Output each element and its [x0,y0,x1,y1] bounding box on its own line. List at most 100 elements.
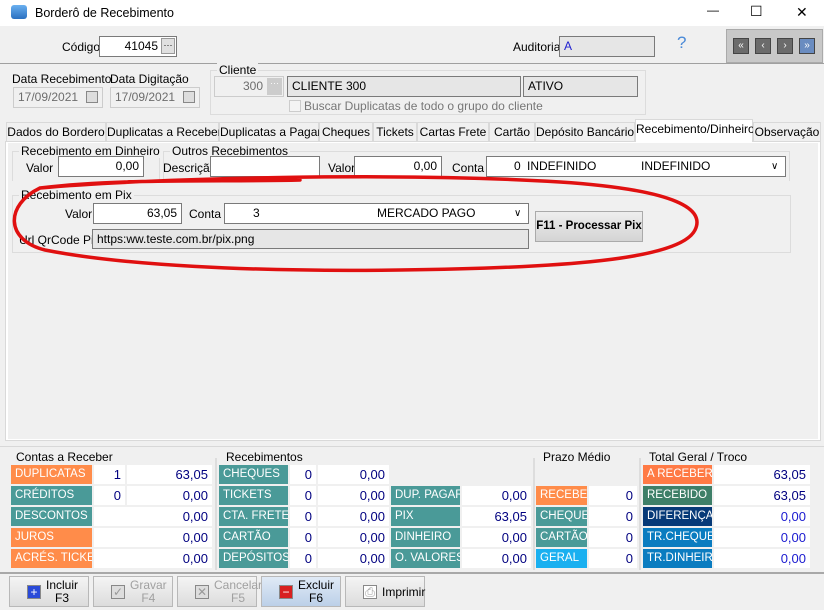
recebimentos-extra-label: DUP. PAGAR [391,486,460,505]
app-icon [11,5,27,19]
grupo-checkbox[interactable] [289,100,301,112]
recebimentos-value: 0,00 [318,486,389,505]
total-label: DIFERENÇA [643,507,712,526]
recebimentos-title: Recebimentos [226,450,303,464]
minimize-button[interactable]: — [707,3,719,17]
divider [533,458,535,570]
contas-label: DESCONTOS [11,507,92,526]
codigo-lookup-button[interactable]: ··· [161,38,175,54]
tab-cartao[interactable]: Cartão [489,122,535,142]
recebimentos-value: 0,00 [318,465,389,484]
total-value: 63,05 [714,486,810,505]
contas-value: 0,00 [94,507,212,526]
cliente-name: CLIENTE 300 [292,79,367,93]
prazo-value: 0 [589,549,637,568]
recebimentos-count: 0 [290,486,316,505]
cliente-code: 300 [242,79,263,93]
cliente-group-title: Cliente [217,63,259,77]
red-annotation-circle [12,175,699,273]
recebimentos-extra-label: PIX [391,507,460,526]
cliente-status-field: ATIVO [523,76,638,97]
gravar-button[interactable]: ✓ Gravar F4 [93,576,173,607]
first-record-button[interactable]: « [733,38,749,54]
prazo-title: Prazo Médio [543,450,611,464]
total-label: TR.DINHEIRO [643,549,712,568]
button-shortcut: F4 [141,591,156,605]
total-value: 0,00 [714,528,810,547]
tab-duplicatas-pagar[interactable]: Duplicatas a Pagar [219,122,321,142]
divider [215,458,217,570]
recebimentos-label: CHEQUES [219,465,288,484]
prazo-value: 0 [589,528,637,547]
recebimentos-value: 0,00 [318,507,389,526]
recebimentos-label: CARTÃO [219,528,288,547]
contas-value: 0,00 [94,528,212,547]
imprimir-button[interactable]: ⎙ Imprimir [345,576,425,607]
data-recebimento-value: 17/09/2021 [18,90,79,104]
button-label: Imprimir [382,585,426,599]
recebimentos-label: CTA. FRETE [219,507,288,526]
data-recebimento-label: Data Recebimento [12,72,112,86]
button-shortcut: F3 [55,591,70,605]
total-title: Total Geral / Troco [649,450,748,464]
auditoria-field: A [559,36,655,57]
window-title: Borderô de Recebimento [35,6,174,20]
contas-count: 0 [94,486,125,505]
tab-dados-bordero[interactable]: Dados do Bordero [6,122,106,142]
tab-observacao[interactable]: Observação [753,122,821,142]
recebimentos-count: 0 [290,507,316,526]
recebimentos-value: 0,00 [318,528,389,547]
contas-label: ACRÉS. TICKET [11,549,92,568]
prazo-label: CARTÃO [536,528,587,547]
codigo-value: 41045 [124,39,158,53]
recebimentos-extra-value: 0,00 [462,549,531,568]
calendar-icon[interactable] [86,91,98,103]
divider [0,63,824,64]
recebimentos-count: 0 [290,465,316,484]
calendar-icon[interactable] [183,91,195,103]
prazo-label: GERAL [536,549,587,568]
tab-duplicatas-receber[interactable]: Duplicatas a Receber [106,122,222,142]
total-label: TR.CHEQUE [643,528,712,547]
excluir-button[interactable]: − Excluir F6 [261,576,341,607]
auditoria-value: A [564,39,573,53]
tab-cheques[interactable]: Cheques [319,122,373,142]
recebimentos-label: TICKETS [219,486,288,505]
tab-recebimento-dinheiro[interactable]: Recebimento/Dinheiro [635,119,755,142]
check-icon: ✓ [111,585,125,599]
total-label: RECEBIDO [643,486,712,505]
printer-icon: ⎙ [363,585,377,599]
prev-record-button[interactable]: ‹ [755,38,771,54]
next-record-button[interactable]: › [777,38,793,54]
chevron-down-icon[interactable]: ∨ [771,157,778,176]
contas-value: 0,00 [127,486,212,505]
contas-title: Contas a Receber [16,450,113,464]
contas-label: DUPLICATAS [11,465,92,484]
recebimentos-count: 0 [290,549,316,568]
cliente-lookup-button[interactable]: ··· [267,78,282,95]
contas-label: CRÉDITOS [11,486,92,505]
divider [639,458,641,570]
tab-deposito-bancario[interactable]: Depósito Bancário [535,122,635,142]
maximize-button[interactable]: ☐ [750,3,763,20]
cliente-status: ATIVO [528,79,564,93]
incluir-button[interactable]: + Incluir F3 [9,576,89,607]
help-icon[interactable]: ? [677,33,686,53]
last-record-button[interactable]: » [799,38,815,54]
recebimentos-extra-value: 0,00 [462,486,531,505]
codigo-label: Código [62,40,101,54]
prazo-value: 0 [589,486,637,505]
recebimentos-extra-value: 0,00 [462,528,531,547]
tab-tickets[interactable]: Tickets [373,122,417,142]
button-shortcut: F5 [231,591,246,605]
prazo-label: CHEQUES [536,507,587,526]
minus-icon: − [279,585,293,599]
cancelar-button[interactable]: ✕ Cancelar F5 [177,576,262,607]
close-button[interactable]: ✕ [796,4,808,21]
title-bar: Borderô de Recebimento — ☐ ✕ [0,0,824,26]
grupo-checkbox-label[interactable]: Buscar Duplicatas de todo o grupo do cli… [304,99,543,113]
total-value: 0,00 [714,549,810,568]
tab-cartas-frete[interactable]: Cartas Frete [417,122,489,142]
recebimentos-extra-label: O. VALORES [391,549,460,568]
contas-value: 0,00 [94,549,212,568]
